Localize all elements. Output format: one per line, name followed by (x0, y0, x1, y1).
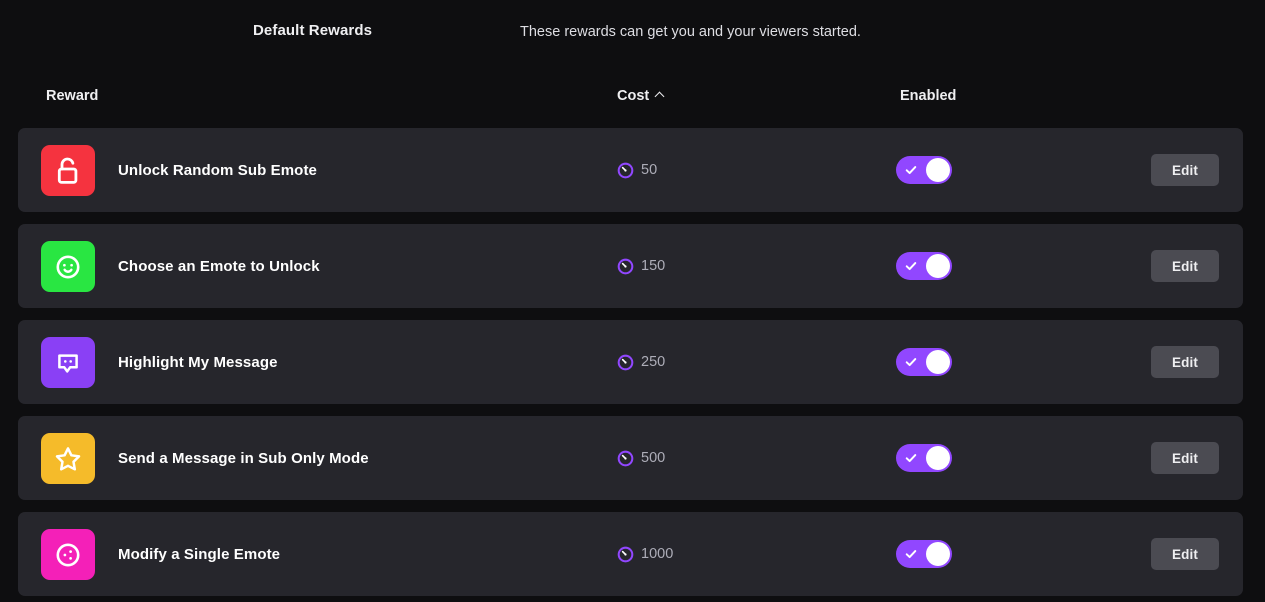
column-header-cost-label: Cost (617, 86, 649, 106)
cost-value: 250 (641, 354, 665, 371)
enabled-toggle-cell (896, 512, 952, 596)
column-header-reward: Reward (46, 86, 98, 106)
check-icon (905, 452, 917, 464)
enabled-toggle[interactable] (896, 252, 952, 280)
edit-cell: Edit (1151, 416, 1219, 500)
edit-button[interactable]: Edit (1151, 442, 1219, 474)
page-title: Default Rewards (253, 21, 372, 41)
rewards-list: Unlock Random Sub Emote 50 Edit (18, 128, 1243, 596)
unlock-padlock-icon (41, 145, 95, 196)
reward-name: Unlock Random Sub Emote (118, 128, 317, 212)
table-row[interactable]: Choose an Emote to Unlock 150 Edit (18, 224, 1243, 308)
enabled-toggle-cell (896, 128, 952, 212)
edit-cell: Edit (1151, 224, 1219, 308)
modify-emote-icon (41, 529, 95, 580)
smiley-face-icon (41, 241, 95, 292)
edit-button[interactable]: Edit (1151, 538, 1219, 570)
default-rewards-page: Default Rewards These rewards can get yo… (0, 0, 1265, 602)
toggle-knob (926, 158, 950, 182)
enabled-toggle-cell (896, 320, 952, 404)
edit-button[interactable]: Edit (1151, 250, 1219, 282)
column-header-enabled: Enabled (900, 86, 956, 106)
cost-value: 1000 (641, 546, 673, 563)
section-header: Default Rewards These rewards can get yo… (0, 0, 1265, 62)
cost-value: 500 (641, 450, 665, 467)
star-icon (41, 433, 95, 484)
enabled-toggle[interactable] (896, 444, 952, 472)
table-row[interactable]: Modify a Single Emote 1000 Edit (18, 512, 1243, 596)
enabled-toggle-cell (896, 224, 952, 308)
check-icon (905, 164, 917, 176)
toggle-knob (926, 350, 950, 374)
cost-value: 150 (641, 258, 665, 275)
toggle-knob (926, 446, 950, 470)
table-row[interactable]: Highlight My Message 250 Edit (18, 320, 1243, 404)
reward-name: Send a Message in Sub Only Mode (118, 416, 369, 500)
table-row[interactable]: Send a Message in Sub Only Mode 500 (18, 416, 1243, 500)
column-header-cost[interactable]: Cost (617, 86, 665, 106)
reward-cost: 50 (617, 128, 657, 212)
enabled-toggle[interactable] (896, 156, 952, 184)
reward-cost: 1000 (617, 512, 673, 596)
check-icon (905, 548, 917, 560)
page-description: These rewards can get you and your viewe… (520, 22, 861, 42)
sort-ascending-icon (656, 91, 665, 100)
table-column-headers: Reward Cost Enabled (0, 86, 1265, 114)
edit-button[interactable]: Edit (1151, 154, 1219, 186)
channel-points-icon (617, 546, 634, 563)
check-icon (905, 260, 917, 272)
edit-button[interactable]: Edit (1151, 346, 1219, 378)
reward-name: Highlight My Message (118, 320, 278, 404)
reward-cost: 250 (617, 320, 665, 404)
table-row[interactable]: Unlock Random Sub Emote 50 Edit (18, 128, 1243, 212)
channel-points-icon (617, 354, 634, 371)
channel-points-icon (617, 162, 634, 179)
reward-name: Choose an Emote to Unlock (118, 224, 320, 308)
reward-cost: 500 (617, 416, 665, 500)
toggle-knob (926, 542, 950, 566)
channel-points-icon (617, 450, 634, 467)
edit-cell: Edit (1151, 512, 1219, 596)
reward-cost: 150 (617, 224, 665, 308)
enabled-toggle[interactable] (896, 348, 952, 376)
speech-bubble-icon (41, 337, 95, 388)
channel-points-icon (617, 258, 634, 275)
check-icon (905, 356, 917, 368)
edit-cell: Edit (1151, 320, 1219, 404)
enabled-toggle-cell (896, 416, 952, 500)
edit-cell: Edit (1151, 128, 1219, 212)
toggle-knob (926, 254, 950, 278)
enabled-toggle[interactable] (896, 540, 952, 568)
cost-value: 50 (641, 162, 657, 179)
reward-name: Modify a Single Emote (118, 512, 280, 596)
